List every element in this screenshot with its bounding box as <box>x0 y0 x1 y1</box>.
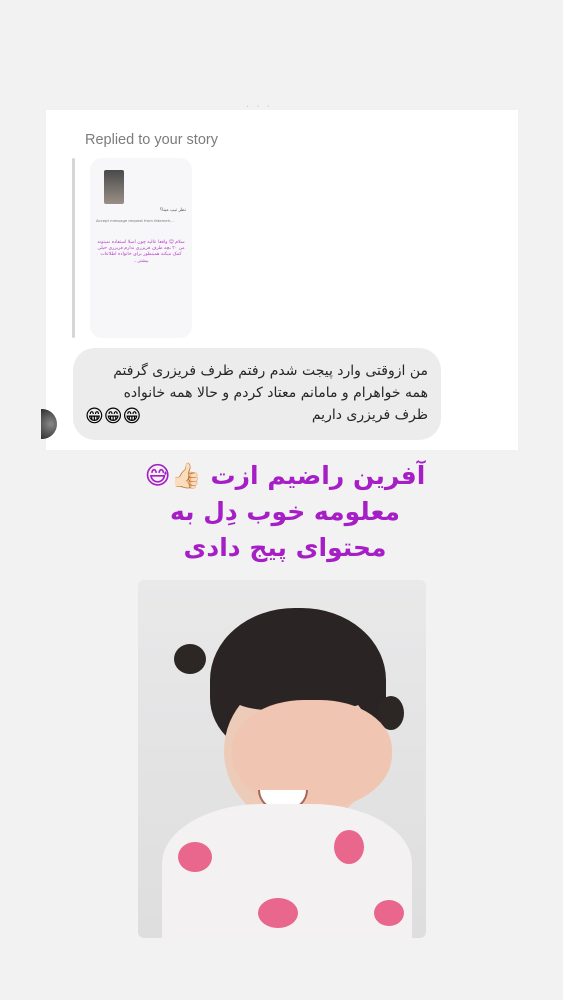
story-overlay-text: آفرین راضیم ازت 👍🏻😅 معلومه خوب دِل به مح… <box>120 458 450 566</box>
shirt-pattern-dot <box>334 830 364 864</box>
shirt-pattern-dot <box>178 842 212 872</box>
story-mini-photo <box>104 170 124 204</box>
reply-quote-bar <box>72 158 75 338</box>
photo-pigtail-left <box>174 644 206 674</box>
message-bubble: من ازوقتی وارد پیجت شدم رفتم ظرف فریزری … <box>73 348 441 440</box>
overlay-line-2: معلومه خوب دِل به <box>169 497 401 526</box>
story-thumbnail[interactable]: نظر تیپ مینا؟ Accept message request fro… <box>90 158 192 338</box>
shirt-pattern-dot <box>258 898 298 928</box>
overlay-line-1: آفرین راضیم ازت 👍🏻😅 <box>144 461 426 490</box>
story-mini-caption: نظر تیپ مینا؟ <box>159 208 186 213</box>
overlay-line-3: محتوای پیج دادی <box>183 533 387 562</box>
child-heart-hands-photo <box>138 580 426 938</box>
message-text: من ازوقتی وارد پیجت شدم رفتم ظرف فریزری … <box>113 363 428 423</box>
replied-label: Replied to your story <box>85 132 218 148</box>
message-emojis: 😁😁😁 <box>85 406 142 427</box>
story-mini-meta: Accept message request from fatemeh... <box>96 218 174 223</box>
story-mini-text: سلام 😊 واقعا عالیه چون اصلا استفاده نمیت… <box>97 240 185 264</box>
top-decoration: · · · <box>246 102 272 113</box>
photo-heart-hands <box>232 700 392 810</box>
shirt-pattern-dot <box>374 900 404 926</box>
